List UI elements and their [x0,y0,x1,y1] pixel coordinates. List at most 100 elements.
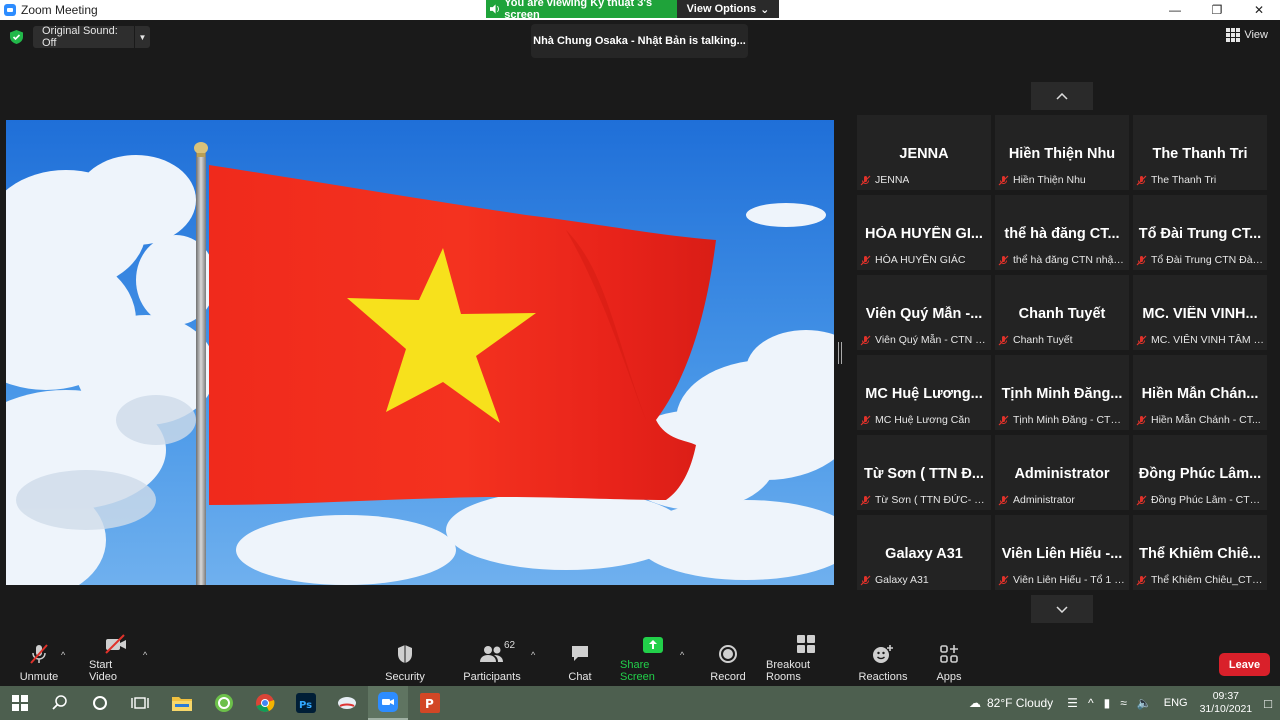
muted-mic-icon [1136,575,1147,585]
record-button[interactable]: Record [708,638,748,686]
original-sound-toggle[interactable]: Original Sound: Off ▼ [33,25,150,49]
svg-text:Ps: Ps [299,700,312,711]
apps-button[interactable]: Apps [932,638,966,686]
original-sound-label: Original Sound: Off [42,25,118,49]
muted-mic-icon [860,495,871,505]
video-options-caret-icon[interactable]: ^ [143,650,147,660]
share-options-caret-icon[interactable]: ^ [680,650,684,660]
participant-tile[interactable]: Tịnh Minh Đăng... Tịnh Minh Đăng - CTN ..… [995,355,1129,430]
participant-tile[interactable]: JENNA JENNA [857,115,991,190]
start-button[interactable] [0,686,40,720]
participant-tile[interactable]: Hiền Mẫn Chán... Hiền Mẫn Chánh - CT... [1133,355,1267,430]
volume-icon[interactable]: 🔈 [1137,696,1152,710]
participant-tile[interactable]: MC Huệ Lương... MC Huệ Lương Căn [857,355,991,430]
participants-button[interactable]: 62 Participants [462,638,522,686]
leave-label: Leave [1228,658,1261,671]
task-view-button[interactable] [120,686,160,720]
close-button[interactable]: ✕ [1238,0,1280,20]
taskbar-green-app[interactable] [204,686,244,720]
cortana-button[interactable] [80,686,120,720]
task-view-icon [131,697,149,709]
participant-name-label: MC. VIÊN VINH TÂM C... [1136,333,1264,347]
notifications-icon[interactable]: □ [1264,696,1272,711]
participant-tile[interactable]: MC. VIÊN VINH... MC. VIÊN VINH TÂM C... [1133,275,1267,350]
weather-text[interactable]: 82°F Cloudy [987,696,1053,710]
taskbar-cloud-app[interactable] [327,686,367,720]
panel-resize-handle[interactable] [838,342,842,364]
participant-tile[interactable]: HÒA HUYỀN GI... HÒA HUYỀN GIÁC [857,195,991,270]
participant-name: Thể Khiêm Chiêu_CTN ... [1151,574,1264,586]
clock[interactable]: 09:37 31/10/2021 [1200,690,1253,716]
show-hidden-icons-chevron-icon[interactable]: ^ [1088,696,1094,710]
participants-caret-icon[interactable]: ^ [531,650,535,660]
clock-time: 09:37 [1212,690,1239,702]
viewing-message: You are viewing Kỹ thuật 3's screen [486,0,677,21]
page-up-button[interactable] [1031,82,1093,110]
battery-icon[interactable]: ▮ [1104,696,1111,710]
page-down-button[interactable] [1031,595,1093,623]
participants-count: 62 [504,640,516,651]
security-shield-icon [398,645,412,663]
view-button[interactable]: View [1226,28,1268,42]
reactions-button[interactable]: Reactions [858,638,908,686]
encryption-shield-icon[interactable] [10,30,23,44]
participant-name-label: Hiền Thiện Nhu [998,173,1126,187]
taskbar-powerpoint[interactable]: P [410,686,450,720]
leave-button[interactable]: Leave [1219,653,1270,676]
caret-down-icon[interactable]: ▼ [134,26,150,48]
minimize-button[interactable]: — [1154,0,1196,20]
participant-display-name: Đồng Phúc Lâm... [1138,466,1262,482]
cortana-circle-icon [93,696,107,710]
muted-mic-icon [860,335,871,345]
powerpoint-icon: P [420,693,440,713]
participant-name: thể hà đăng CTN nhật ... [1013,254,1126,266]
unmute-button[interactable]: Unmute [18,638,60,686]
muted-mic-icon [860,255,871,265]
breakout-rooms-button[interactable]: Breakout Rooms [766,635,846,686]
meeting-toolbar: Unmute ^ Start Video ^ Security 62 Parti… [0,634,1280,686]
breakout-rooms-icon [797,635,815,653]
participant-tile[interactable]: Hiền Thiện Nhu Hiền Thiện Nhu [995,115,1129,190]
participant-tile[interactable]: Thể Khiêm Chiê... Thể Khiêm Chiêu_CTN ... [1133,515,1267,590]
taskbar-photoshop[interactable]: Ps [286,686,326,720]
participant-name: Tổ Đài Trung CTN Đài ... [1151,254,1264,266]
participant-tile[interactable]: Đồng Phúc Lâm... Đồng Phúc Lâm - CTN ... [1133,435,1267,510]
taskbar-chrome[interactable] [245,686,285,720]
taskbar-search-button[interactable] [40,686,80,720]
participant-name: Từ Sơn ( TTN ĐỨC- NG... [875,494,988,506]
share-screen-button[interactable]: Share Screen [620,637,686,686]
muted-mic-icon [1136,335,1147,345]
security-button[interactable]: Security [383,638,427,686]
maximize-button[interactable]: ❐ [1196,0,1238,20]
participant-name: HÒA HUYỀN GIÁC [875,254,966,266]
audio-options-caret-icon[interactable]: ^ [61,650,65,660]
clock-date: 31/10/2021 [1199,703,1253,715]
participant-display-name: Từ Sơn ( TTN Đ... [864,466,984,482]
taskbar-zoom[interactable] [368,686,408,720]
start-video-button[interactable]: Start Video [89,634,143,686]
view-options-button[interactable]: View Options ⌄ [677,0,779,18]
participant-name: Đồng Phúc Lâm - CTN ... [1151,494,1264,506]
participant-tile[interactable]: thể hà đăng CT... thể hà đăng CTN nhật ..… [995,195,1129,270]
people-icon[interactable]: ☰ [1067,696,1078,710]
taskbar-file-explorer[interactable] [162,686,202,720]
wifi-icon[interactable]: ≈ [1120,696,1127,710]
zoom-app-icon [4,4,16,16]
chat-button[interactable]: Chat [563,638,597,686]
participant-display-name: MC. VIÊN VINH... [1142,306,1258,322]
participant-name-label: JENNA [860,173,988,187]
participant-tile[interactable]: Chanh Tuyết Chanh Tuyết [995,275,1129,350]
participant-tile[interactable]: Từ Sơn ( TTN Đ... Từ Sơn ( TTN ĐỨC- NG... [857,435,991,510]
viewing-banner: You are viewing Kỹ thuật 3's screen View… [486,0,779,21]
participant-tile[interactable]: Administrator Administrator [995,435,1129,510]
participant-tile[interactable]: The Thanh Tri The Thanh Tri [1133,115,1267,190]
muted-mic-icon [998,175,1009,185]
participant-tile[interactable]: Viên Quý Mẫn -... Viên Quý Mẫn - CTN N... [857,275,991,350]
participant-name: MC Huệ Lương Căn [875,414,971,426]
participant-tile[interactable]: Galaxy A31 Galaxy A31 [857,515,991,590]
participant-tile[interactable]: Tổ Đài Trung CT... Tổ Đài Trung CTN Đài .… [1133,195,1267,270]
muted-mic-icon [1136,415,1147,425]
participant-name-label: Viên Quý Mẫn - CTN N... [860,333,988,347]
participant-tile[interactable]: Viên Liên Hiếu -... Viên Liên Hiếu - Tổ 1… [995,515,1129,590]
language-indicator[interactable]: ENG [1164,697,1188,709]
